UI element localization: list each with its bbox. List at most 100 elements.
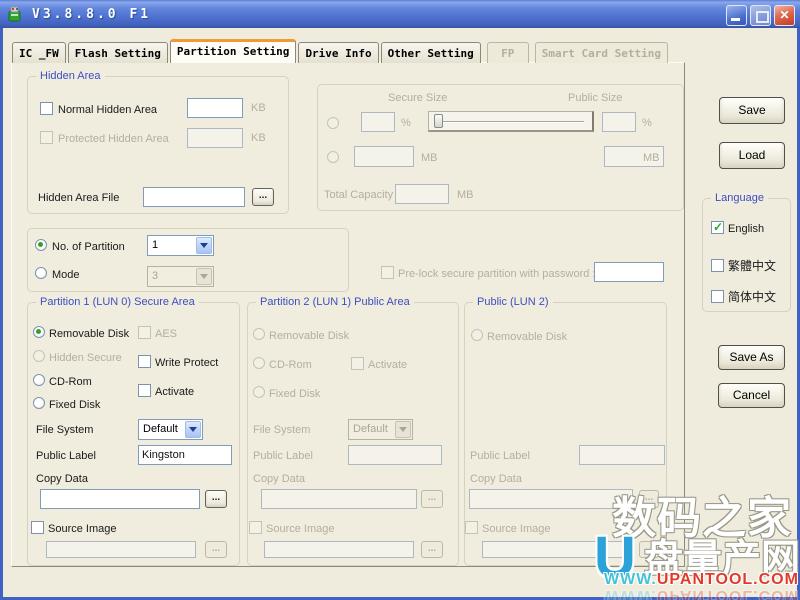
p1-copy-data-label: Copy Data xyxy=(36,472,88,486)
save-as-button[interactable]: Save As xyxy=(718,345,785,370)
language-english-checkbox[interactable] xyxy=(711,221,724,234)
p2-removable-disk-radio xyxy=(253,328,265,340)
p1-source-image-browse-button: ... xyxy=(205,541,227,558)
normal-hidden-area-checkbox[interactable] xyxy=(40,102,53,115)
p2-activate-label: Activate xyxy=(368,358,407,372)
partition-count-select[interactable]: 1 xyxy=(147,235,214,256)
hidden-area-group-title: Hidden Area xyxy=(36,69,105,83)
p1-write-protect-checkbox[interactable] xyxy=(138,355,151,368)
language-traditional-checkbox[interactable] xyxy=(711,259,724,272)
total-capacity-label: Total Capacity xyxy=(324,188,393,202)
chevron-down-icon xyxy=(185,421,201,438)
app-window: V3.8.8.0 F1 IC _FW Flash Setting Partiti… xyxy=(0,0,800,600)
public-percent-unit: % xyxy=(642,116,652,130)
size-slider xyxy=(428,111,594,132)
size-percent-radio xyxy=(327,117,339,129)
p1-public-label-input[interactable] xyxy=(138,445,232,465)
p2-public-label-input xyxy=(348,445,442,465)
secure-percent-input xyxy=(361,112,395,132)
tab-smart-card-setting: Smart Card Setting xyxy=(535,42,668,63)
prelock-password-input[interactable] xyxy=(594,262,664,282)
lun2-source-image-label: Source Image xyxy=(482,522,550,536)
hidden-area-file-label: Hidden Area File xyxy=(38,191,119,205)
close-button[interactable] xyxy=(774,5,795,26)
slider-thumb xyxy=(434,114,443,128)
language-traditional-label: 繁體中文 xyxy=(728,259,776,273)
tab-flash-setting[interactable]: Flash Setting xyxy=(68,42,168,63)
p1-fixed-disk-radio[interactable] xyxy=(33,397,45,409)
p1-removable-disk-label: Removable Disk xyxy=(49,327,129,341)
p1-activate-label: Activate xyxy=(155,385,194,399)
p1-write-protect-label: Write Protect xyxy=(155,356,218,370)
mode-select: 3 xyxy=(147,266,214,287)
secure-percent-unit: % xyxy=(401,116,411,130)
hidden-area-file-input[interactable] xyxy=(143,187,245,207)
normal-hidden-area-size-input[interactable] xyxy=(187,98,243,118)
lun2-public-label-input xyxy=(579,445,665,465)
p2-cdrom-radio xyxy=(253,357,265,369)
protected-hidden-area-label: Protected Hidden Area xyxy=(58,132,169,146)
chevron-down-icon xyxy=(196,268,212,285)
lun2-source-image-browse-button: ... xyxy=(639,541,659,558)
protected-hidden-area-checkbox xyxy=(40,131,53,144)
p2-source-image-browse-button: ... xyxy=(421,541,443,558)
maximize-button xyxy=(750,5,771,26)
hidden-area-file-browse-button[interactable]: ... xyxy=(252,188,274,206)
p1-file-system-label: File System xyxy=(36,423,93,437)
partition2-group-title: Partition 2 (LUN 1) Public Area xyxy=(256,295,414,309)
public-percent-input xyxy=(602,112,636,132)
p1-activate-checkbox[interactable] xyxy=(138,384,151,397)
p1-removable-disk-radio[interactable] xyxy=(33,326,45,338)
lun2-public-label-label: Public Label xyxy=(470,449,530,463)
save-button[interactable]: Save xyxy=(719,97,785,124)
p2-activate-checkbox xyxy=(351,357,364,370)
p1-aes-checkbox xyxy=(138,326,151,339)
public-mb-unit: MB xyxy=(643,151,660,165)
p1-source-image-checkbox[interactable] xyxy=(31,521,44,534)
p1-fixed-disk-label: Fixed Disk xyxy=(49,398,100,412)
prelock-label: Pre-lock secure partition with password … xyxy=(398,267,595,281)
total-capacity-input xyxy=(395,184,449,204)
tab-other-setting[interactable]: Other Setting xyxy=(381,42,481,63)
minimize-button[interactable] xyxy=(726,5,747,26)
load-button[interactable]: Load xyxy=(719,142,785,169)
p2-copy-data-browse-button: ... xyxy=(421,490,443,508)
p2-file-system-select: Default xyxy=(348,419,413,440)
p1-copy-data-browse-button[interactable]: ... xyxy=(205,490,227,508)
lun2-copy-data-label: Copy Data xyxy=(470,472,522,486)
tab-ic-fw[interactable]: IC _FW xyxy=(12,42,66,63)
mode-radio[interactable] xyxy=(35,267,47,279)
p1-hidden-secure-label: Hidden Secure xyxy=(49,351,122,365)
p2-public-label-label: Public Label xyxy=(253,449,313,463)
p1-copy-data-input[interactable] xyxy=(40,489,200,509)
p1-source-image-input xyxy=(46,541,196,558)
size-mb-radio xyxy=(327,151,339,163)
lun2-copy-data-input xyxy=(469,489,633,509)
prelock-checkbox xyxy=(381,266,394,279)
partition-count-radio[interactable] xyxy=(35,239,47,251)
public-size-title: Public Size xyxy=(568,91,622,105)
slider-track xyxy=(437,121,584,123)
secure-size-title: Secure Size xyxy=(388,91,447,105)
tab-partition-setting[interactable]: Partition Setting xyxy=(170,39,297,63)
p1-cdrom-radio[interactable] xyxy=(33,374,45,386)
partition1-group-title: Partition 1 (LUN 0) Secure Area xyxy=(36,295,199,309)
titlebar: V3.8.8.0 F1 xyxy=(0,0,800,28)
total-capacity-unit: MB xyxy=(457,188,474,202)
lun2-source-image-input xyxy=(482,541,626,558)
p1-source-image-label: Source Image xyxy=(48,522,116,536)
lun2-removable-disk-radio xyxy=(471,329,483,341)
language-simplified-checkbox[interactable] xyxy=(711,290,724,303)
p2-file-system-label: File System xyxy=(253,423,310,437)
tab-drive-info[interactable]: Drive Info xyxy=(298,42,378,63)
p2-source-image-checkbox xyxy=(249,521,262,534)
tab-bar: IC _FW Flash Setting Partition Setting D… xyxy=(12,39,670,63)
normal-hidden-area-unit: KB xyxy=(251,101,266,115)
cancel-button[interactable]: Cancel xyxy=(718,383,785,408)
p1-file-system-select[interactable]: Default xyxy=(138,419,203,440)
app-icon xyxy=(7,5,24,22)
p2-removable-disk-label: Removable Disk xyxy=(269,329,349,343)
tab-fp: FP xyxy=(487,42,529,63)
mode-label: Mode xyxy=(52,268,80,282)
language-english-label: English xyxy=(728,222,764,236)
